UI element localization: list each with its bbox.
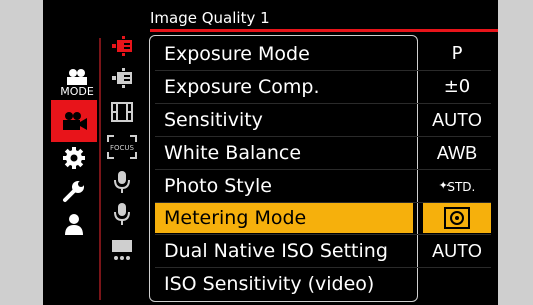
- mode-icon: [67, 69, 87, 85]
- focus-icon: FOCUS: [107, 135, 137, 159]
- menu-value-iso-sensitivity-video: [423, 269, 491, 299]
- photo-style-value: STD.: [447, 180, 476, 194]
- menu-item-iso-sensitivity-video[interactable]: ISO Sensitivity (video): [155, 269, 413, 299]
- menu-item-photo-style[interactable]: Photo Style: [155, 171, 413, 201]
- row-divider: [155, 136, 491, 137]
- menu-value-dual-native-iso: AUTO: [432, 241, 482, 261]
- microphone-icon: [114, 203, 130, 225]
- menu-item-exposure-comp[interactable]: Exposure Comp.: [155, 72, 413, 102]
- menu-item-white-balance[interactable]: White Balance: [155, 138, 413, 168]
- menu-value-white-balance: AWB: [436, 143, 478, 163]
- menu-item-exposure-mode[interactable]: Exposure Mode: [155, 39, 413, 69]
- image-quality-icon: [112, 68, 132, 88]
- subtab-image-quality-1[interactable]: [108, 34, 136, 58]
- tab-custom[interactable]: [59, 176, 89, 206]
- subtab-focus[interactable]: FOCUS: [106, 134, 138, 160]
- subtab-image-quality-2[interactable]: [108, 66, 136, 90]
- image-quality-icon: [112, 36, 132, 56]
- menu-value-exposure-mode: P: [451, 43, 463, 64]
- sub-tab-column: FOCUS: [100, 0, 144, 305]
- microphone-icon: [114, 171, 130, 193]
- menu-value-photo-style: ✦·STD.: [423, 171, 491, 201]
- title-underline: [150, 29, 498, 32]
- row-divider: [155, 70, 491, 71]
- row-divider: [155, 267, 491, 268]
- row-divider: [155, 234, 491, 235]
- main-tab-column: MODE: [43, 0, 98, 305]
- menu-item-metering-mode[interactable]: Metering Mode: [155, 203, 413, 233]
- subtab-audio-1[interactable]: [110, 168, 134, 196]
- tab-my-menu[interactable]: [59, 209, 89, 239]
- menu-item-sensitivity[interactable]: Sensitivity: [155, 105, 413, 135]
- subtab-monitor[interactable]: [108, 236, 136, 264]
- person-icon: [65, 214, 83, 235]
- menu-value-exposure-comp: ±0: [443, 76, 471, 97]
- tab-setup[interactable]: [59, 143, 89, 173]
- menu-title: Image Quality 1: [150, 9, 270, 27]
- menu-value-sensitivity: AUTO: [432, 110, 482, 130]
- tab-mode[interactable]: MODE: [59, 66, 95, 100]
- menu-item-dual-native-iso[interactable]: Dual Native ISO Setting: [155, 236, 413, 266]
- focus-label: FOCUS: [110, 144, 135, 152]
- video-camera-icon: [63, 112, 87, 130]
- tab-video[interactable]: [51, 100, 97, 142]
- monitor-icon: [112, 240, 132, 260]
- gear-icon: [63, 147, 85, 169]
- tab-mode-label: MODE: [60, 85, 94, 98]
- film-icon: [111, 102, 133, 122]
- row-divider: [155, 169, 491, 170]
- row-divider: [155, 103, 491, 104]
- subtab-audio-2[interactable]: [110, 200, 134, 228]
- menu-value-metering-mode: [423, 203, 491, 233]
- subtab-file[interactable]: [108, 100, 136, 124]
- metering-multiple-icon: [444, 207, 470, 229]
- wrench-icon: [63, 181, 84, 202]
